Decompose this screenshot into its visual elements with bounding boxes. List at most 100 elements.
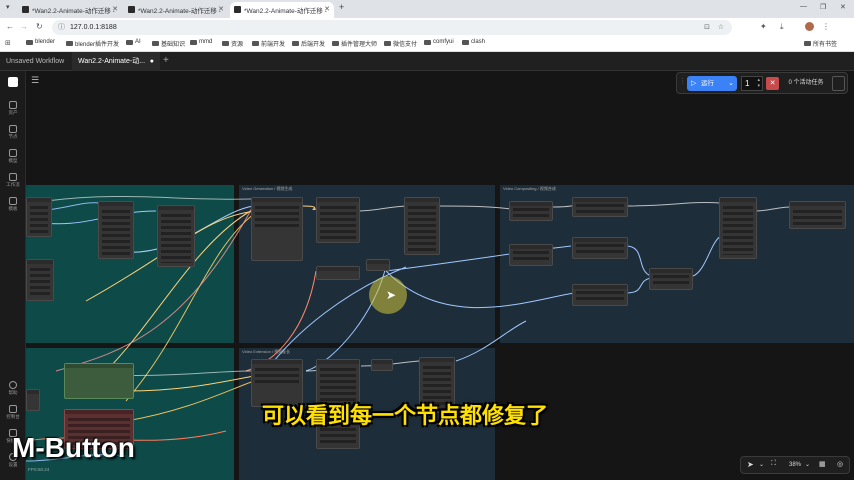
bookmarks-bar: ⊞ blender blender插件开发 AI 基础知识 mmd 资源 前端开… — [0, 37, 854, 52]
forward-icon[interactable]: → — [20, 22, 28, 31]
queue-status[interactable]: 0 个活动任务 — [783, 76, 829, 91]
browser-tab-title: *Wan2.2-Animate-动作迁移 - — [244, 8, 327, 15]
node[interactable] — [316, 266, 360, 280]
node[interactable] — [316, 197, 360, 243]
help-icon — [9, 381, 17, 389]
node[interactable] — [509, 244, 553, 266]
tab-unsaved-workflow[interactable]: Unsaved Workflow — [0, 52, 70, 71]
bookmark-item[interactable]: mmd — [190, 39, 212, 45]
address-bar[interactable]: ⓘ 127.0.0.1:8188 ⊡ ☆ — [52, 20, 732, 35]
fit-view-icon[interactable]: ⛶ — [771, 460, 776, 468]
site-info-icon[interactable]: ⓘ — [58, 20, 65, 35]
bookmark-item[interactable]: clash — [462, 39, 485, 45]
chevron-down-icon[interactable]: ⌄ — [805, 461, 810, 468]
bookmark-item[interactable]: comfyui — [424, 39, 454, 45]
node[interactable] — [789, 201, 846, 229]
browser-tab-3[interactable]: *Wan2.2-Animate-动作迁移 - ✕ — [230, 2, 334, 18]
browser-tab-2[interactable]: *Wan2.2-Animate-动作迁移 - ✕ — [124, 2, 228, 18]
back-icon[interactable]: ← — [6, 22, 14, 31]
all-bookmarks[interactable]: 所有书签 — [804, 39, 837, 48]
chevron-down-icon[interactable]: ⌄ — [728, 76, 734, 91]
workflow-tabs: Unsaved Workflow Wan2.2-Animate-动... ● + — [0, 52, 854, 71]
node[interactable] — [509, 201, 553, 221]
node[interactable] — [572, 284, 628, 306]
folder-icon — [222, 41, 229, 46]
minimize-icon[interactable]: — — [800, 3, 807, 10]
node[interactable] — [366, 259, 390, 271]
sidebar-item-console[interactable]: 控制台 — [0, 405, 26, 420]
node[interactable] — [404, 197, 440, 255]
apps-icon[interactable]: ⊞ — [5, 39, 11, 47]
folder-icon — [190, 39, 197, 45]
node[interactable] — [26, 197, 52, 237]
template-icon — [9, 197, 17, 205]
close-icon[interactable]: ✕ — [218, 5, 224, 13]
key-caption: M-Button — [12, 432, 135, 463]
bookmark-item[interactable]: AI — [126, 39, 141, 45]
fps-readout: FPS:60.24 — [28, 467, 50, 472]
sidebar-item-templates[interactable]: 模板 — [0, 197, 26, 212]
close-icon[interactable]: ✕ — [112, 5, 118, 13]
node[interactable] — [371, 359, 393, 371]
pointer-icon[interactable]: ➤ — [747, 460, 754, 469]
tab-wan-animate[interactable]: Wan2.2-Animate-动... ● — [72, 52, 160, 71]
node[interactable] — [251, 197, 303, 261]
unsaved-dot-icon: ● — [149, 58, 154, 65]
node[interactable] — [157, 205, 195, 267]
chevron-down-icon[interactable]: ⌄ — [759, 461, 764, 468]
tab-search-icon[interactable]: ▾ — [6, 3, 10, 11]
window-close-icon[interactable]: ✕ — [840, 3, 846, 11]
node[interactable] — [649, 268, 693, 290]
zoom-level[interactable]: 38% — [789, 462, 801, 468]
bookmark-item[interactable]: 资源 — [222, 39, 243, 48]
bookmark-star-icon[interactable]: ☆ — [718, 20, 724, 35]
reload-icon[interactable]: ↻ — [36, 22, 43, 31]
bookmark-item[interactable]: blender — [26, 39, 55, 45]
maximize-icon[interactable]: ❐ — [820, 3, 826, 11]
browser-tab-1[interactable]: *Wan2.2-Animate-动作迁移 - ✕ — [18, 2, 122, 18]
image-icon — [9, 101, 17, 109]
downloads-icon[interactable]: ⤓ — [780, 22, 784, 32]
sidebar-item-models[interactable]: 模型 — [0, 149, 26, 164]
bookmark-item[interactable]: 插件管理大师 — [332, 39, 377, 48]
menu-icon[interactable]: ⋮ — [822, 22, 830, 31]
drag-handle-icon[interactable]: ⋮ — [679, 77, 686, 85]
bookmark-item[interactable]: 微信支付 — [384, 39, 417, 48]
folder-icon — [462, 39, 469, 45]
bookmark-item[interactable]: 基础知识 — [152, 39, 185, 48]
sidebar-item-nodes[interactable]: 节点 — [0, 125, 26, 140]
stepper-icon[interactable]: ▴ ▾ — [757, 77, 760, 89]
canvas-controls: ➤ ⌄ ⛶ 38% ⌄ ▦ ◎ — [740, 456, 850, 474]
url-text: 127.0.0.1:8188 — [70, 24, 117, 31]
link-visibility-icon[interactable]: ◎ — [837, 460, 843, 468]
node[interactable] — [26, 389, 40, 411]
install-icon[interactable]: ⊡ — [704, 20, 710, 35]
sidebar-item-assets[interactable]: 资产 — [0, 101, 26, 116]
toggle-panel-icon[interactable] — [832, 76, 845, 91]
node[interactable] — [26, 259, 54, 301]
run-button[interactable]: ▷ 运行 ⌄ — [687, 76, 737, 91]
bookmark-item[interactable]: 前端开发 — [252, 39, 285, 48]
browser-tab-title: *Wan2.2-Animate-动作迁移 - — [32, 8, 115, 15]
bookmark-item[interactable]: 后端开发 — [292, 39, 325, 48]
avatar[interactable] — [805, 22, 814, 31]
folder-icon — [292, 41, 299, 46]
new-tab-button[interactable]: + — [339, 2, 344, 12]
minimap-icon[interactable]: ▦ — [819, 460, 826, 468]
add-workflow-tab-button[interactable]: + — [163, 55, 169, 66]
batch-count-input[interactable]: 1 ▴ ▾ — [741, 76, 763, 91]
bookmark-item[interactable]: blender插件开发 — [66, 39, 119, 48]
sidebar: 资产 节点 模型 工作流 模板 帮助 控制台 快捷键 设置 — [0, 71, 26, 480]
stop-button[interactable]: ✕ — [766, 77, 779, 90]
comfy-logo-icon[interactable] — [8, 77, 18, 87]
node[interactable] — [98, 201, 134, 259]
node[interactable] — [64, 363, 134, 399]
node[interactable] — [572, 237, 628, 259]
extensions-icon[interactable]: ✦ — [760, 22, 767, 31]
close-icon[interactable]: ✕ — [324, 5, 330, 13]
node[interactable] — [572, 197, 628, 217]
sidebar-item-help[interactable]: 帮助 — [0, 381, 26, 396]
mouse-cursor-icon: ➤ — [386, 288, 397, 302]
node[interactable] — [719, 197, 757, 259]
sidebar-item-workflows[interactable]: 工作流 — [0, 173, 26, 188]
